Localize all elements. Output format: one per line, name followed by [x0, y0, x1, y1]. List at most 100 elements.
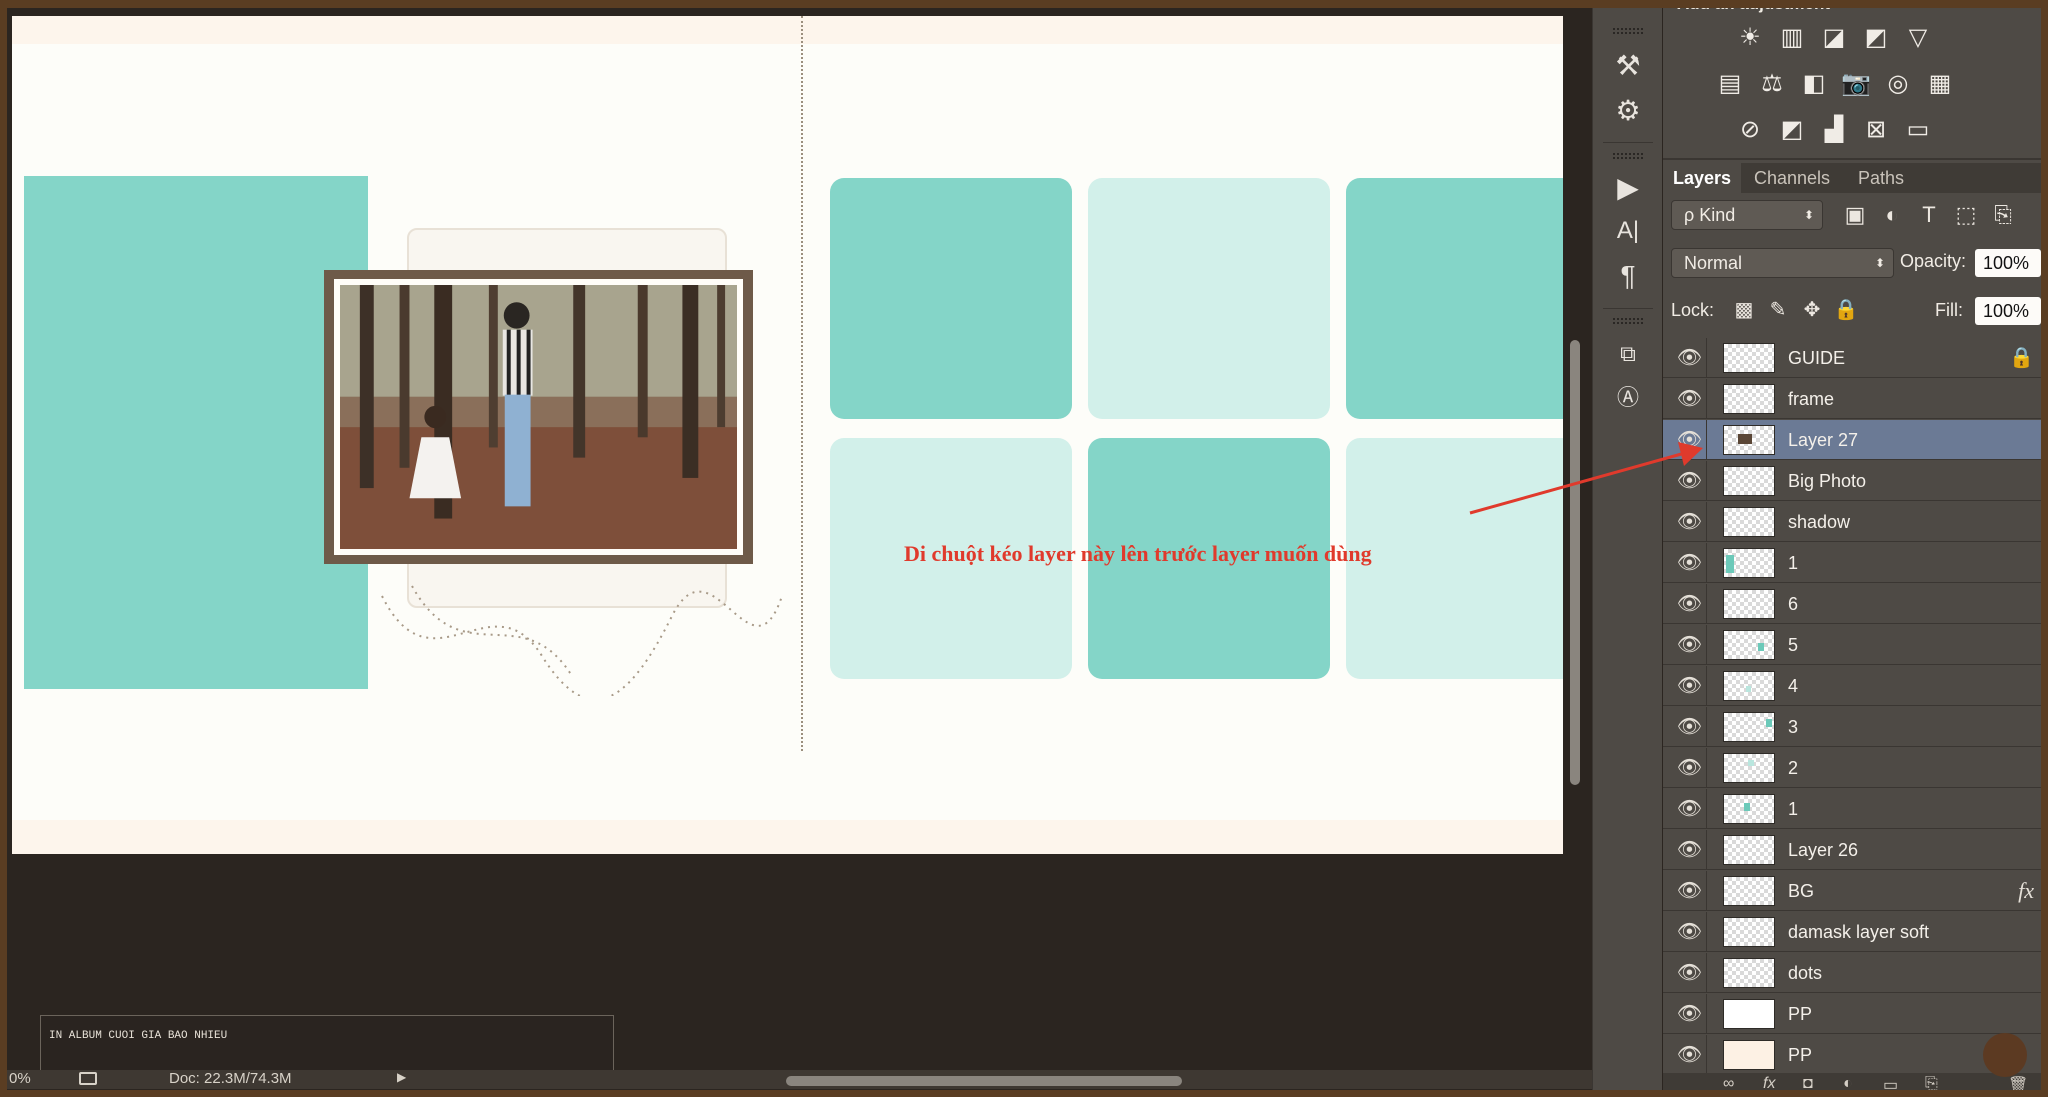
link-layers-icon[interactable]: ∞	[1723, 1075, 1734, 1093]
filter-adjustment-icon[interactable]: ◐	[1877, 202, 1907, 228]
blend-mode-select[interactable]: Normal ⬍	[1671, 248, 1894, 278]
visibility-eye-icon[interactable]: 👁	[1673, 625, 1707, 665]
invert-icon[interactable]: ⊘	[1733, 114, 1767, 146]
visibility-eye-icon[interactable]: 👁	[1673, 789, 1707, 829]
brightness-icon[interactable]: ☀	[1733, 22, 1767, 54]
layer-row-bg[interactable]: 👁 BG fx	[1663, 871, 2048, 911]
layer-row-6[interactable]: 👁 6	[1663, 584, 2048, 624]
tab-layers[interactable]: Layers	[1663, 163, 1742, 193]
paragraph-panel-icon[interactable]: ¶	[1610, 258, 1646, 294]
filter-type-icon[interactable]: T	[1914, 202, 1944, 228]
adjust-tool-icon[interactable]: ⚙	[1610, 93, 1646, 129]
lock-image-icon[interactable]: ✎	[1765, 297, 1791, 323]
panel-dock: ⚒ ⚙ ▶ A| ¶ ⧉ Ⓐ	[1592, 8, 1662, 1090]
dock-grip[interactable]	[1613, 28, 1643, 34]
layer-row-layer-26[interactable]: 👁 Layer 26	[1663, 830, 2048, 870]
visibility-eye-icon[interactable]: 👁	[1673, 338, 1707, 378]
visibility-eye-icon[interactable]: 👁	[1673, 379, 1707, 419]
layer-row-layer-27[interactable]: 👁 Layer 27	[1663, 420, 2048, 460]
tab-channels[interactable]: Channels	[1744, 163, 1840, 193]
layer-row-pp[interactable]: 👁 PP	[1663, 994, 2048, 1034]
dock-grip[interactable]	[1613, 153, 1643, 159]
add-mask-icon[interactable]: ◘	[1803, 1075, 1813, 1093]
zoom-level[interactable]: 0%	[9, 1070, 31, 1087]
horizontal-scrollbar[interactable]	[786, 1076, 1182, 1086]
visibility-eye-icon[interactable]: 👁	[1673, 584, 1707, 624]
layer-thumbnail	[1723, 671, 1775, 701]
visibility-eye-icon[interactable]: 👁	[1673, 748, 1707, 788]
play-action-icon[interactable]: ▶	[1610, 170, 1646, 206]
layer-thumbnail	[1723, 712, 1775, 742]
visibility-eye-icon[interactable]: 👁	[1673, 830, 1707, 870]
visibility-eye-icon[interactable]: 👁	[1673, 871, 1707, 911]
visibility-eye-icon[interactable]: 👁	[1673, 994, 1707, 1034]
layer-name: 6	[1788, 594, 1799, 614]
layer-row-big-photo[interactable]: 👁 Big Photo	[1663, 461, 2048, 501]
add-style-icon[interactable]: fx	[1763, 1075, 1775, 1093]
exposure-icon[interactable]: ◩	[1859, 22, 1893, 54]
filter-pixel-icon[interactable]: ▣	[1840, 202, 1870, 228]
new-layer-icon[interactable]: ⎘	[1925, 1075, 1938, 1093]
lock-position-icon[interactable]: ✥	[1799, 297, 1825, 323]
filter-smart-object-icon[interactable]: ⎘	[1988, 202, 2018, 228]
chevron-updown-icon: ⬍	[1874, 256, 1885, 270]
color-lookup-icon[interactable]: ▦	[1923, 68, 1957, 100]
layer-row-dots[interactable]: 👁 dots	[1663, 953, 2048, 993]
layer-row-3[interactable]: 👁 3	[1663, 707, 2048, 747]
status-menu-arrow-icon[interactable]: ▶	[397, 1070, 406, 1084]
lock-all-icon[interactable]: 🔒	[1833, 297, 1859, 323]
layer-row-damask[interactable]: 👁 damask layer soft	[1663, 912, 2048, 952]
filter-shape-icon[interactable]: ⬚	[1951, 202, 1981, 228]
color-balance-icon[interactable]: ⚖	[1755, 68, 1789, 100]
opacity-input[interactable]: 100%	[1975, 249, 2041, 277]
layer-kind-filter[interactable]: ρ Kind ⬍	[1671, 200, 1823, 230]
layer-row-shadow[interactable]: 👁 shadow	[1663, 502, 2048, 542]
layer-row-1[interactable]: 👁 1	[1663, 543, 2048, 583]
visibility-eye-icon[interactable]: 👁	[1673, 1035, 1707, 1073]
new-group-icon[interactable]: ▭	[1883, 1075, 1898, 1095]
floating-button[interactable]	[1983, 1033, 2027, 1077]
document-canvas[interactable]: Di chuột kéo layer này lên trước layer m…	[12, 16, 1563, 854]
layer-effects-icon[interactable]: fx	[2018, 871, 2034, 911]
lock-transparent-icon[interactable]: ▩	[1731, 297, 1757, 323]
brush-tool-icon[interactable]: ⚒	[1610, 48, 1646, 84]
layer-row-5[interactable]: 👁 5	[1663, 625, 2048, 665]
visibility-eye-icon[interactable]: 👁	[1673, 953, 1707, 993]
character-styles-icon[interactable]: Ⓐ	[1610, 380, 1646, 416]
vertical-scrollbar[interactable]	[1570, 340, 1580, 785]
posterize-icon[interactable]: ◩	[1775, 114, 1809, 146]
layer-thumbnail	[1723, 507, 1775, 537]
selective-color-icon[interactable]: ⊠	[1859, 114, 1893, 146]
channel-mixer-icon[interactable]: ◎	[1881, 68, 1915, 100]
photo-frame[interactable]	[324, 270, 753, 564]
threshold-icon[interactable]: ▟	[1817, 114, 1851, 146]
black-white-icon[interactable]: ◧	[1797, 68, 1831, 100]
layer-row-1b[interactable]: 👁 1	[1663, 789, 2048, 829]
gradient-map-icon[interactable]: ▭	[1901, 114, 1935, 146]
visibility-eye-icon[interactable]: 👁	[1673, 707, 1707, 747]
layer-name: Layer 27	[1788, 430, 1859, 450]
layer-row-4[interactable]: 👁 4	[1663, 666, 2048, 706]
ad-banner[interactable]: IN ALBUM CUOI GIA BAO NHIEU	[40, 1015, 614, 1075]
layer-row-2[interactable]: 👁 2	[1663, 748, 2048, 788]
hue-saturation-icon[interactable]: ▤	[1713, 68, 1747, 100]
share-icon[interactable]	[79, 1072, 97, 1085]
tile-3	[1346, 178, 1563, 419]
layer-row-frame[interactable]: 👁 frame	[1663, 379, 2048, 419]
visibility-eye-icon[interactable]: 👁	[1673, 543, 1707, 583]
fill-input[interactable]: 100%	[1975, 297, 2041, 325]
visibility-eye-icon[interactable]: 👁	[1673, 912, 1707, 952]
paragraph-styles-icon[interactable]: ⧉	[1610, 336, 1646, 372]
delete-layer-icon[interactable]: 🗑	[2008, 1075, 2028, 1095]
curves-icon[interactable]: ◪	[1817, 22, 1851, 54]
tab-paths[interactable]: Paths	[1848, 163, 1914, 193]
visibility-eye-icon[interactable]: 👁	[1673, 666, 1707, 706]
dock-grip[interactable]	[1613, 318, 1643, 324]
lock-icon: 🔒	[2009, 347, 2034, 369]
new-adjustment-icon[interactable]: ◐	[1843, 1075, 1853, 1093]
character-panel-icon[interactable]: A|	[1610, 213, 1646, 249]
vibrance-icon[interactable]: ▽	[1901, 22, 1935, 54]
layer-row-guide[interactable]: 👁 GUIDE 🔒	[1663, 338, 2048, 378]
levels-icon[interactable]: ▥	[1775, 22, 1809, 54]
photo-filter-icon[interactable]: 📷	[1839, 68, 1873, 100]
